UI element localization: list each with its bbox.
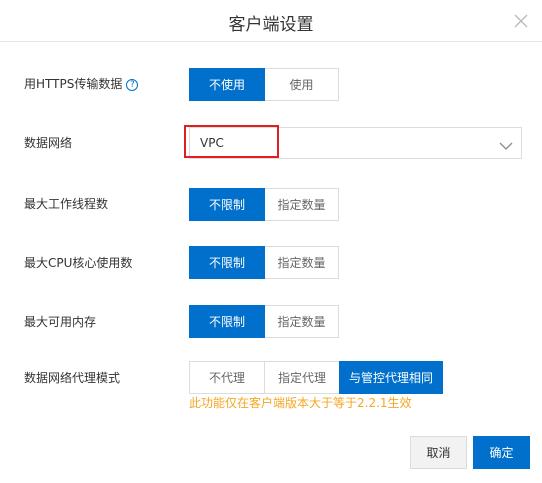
https-option-off[interactable]: 不使用 xyxy=(189,68,265,101)
dialog-header: 客户端设置 xyxy=(0,0,542,42)
client-settings-dialog: 客户端设置 用HTTPS传输数据? 不使用 使用 数据网络 VPC 最大工作线程… xyxy=(0,0,542,483)
https-label: 用HTTPS传输数据 xyxy=(24,77,123,91)
chevron-down-icon xyxy=(499,137,513,156)
https-label-row: 用HTTPS传输数据? xyxy=(24,76,139,92)
max-threads-label: 最大工作线程数 xyxy=(24,197,109,211)
proxy-version-note: 此功能仅在客户端版本大于等于2.2.1生效 xyxy=(189,396,412,410)
max-cpu-option-unlimited[interactable]: 不限制 xyxy=(189,246,265,279)
close-icon[interactable] xyxy=(512,12,530,30)
max-memory-toggle: 不限制 指定数量 xyxy=(189,305,339,338)
max-cpu-label: 最大CPU核心使用数 xyxy=(24,256,133,270)
proxy-mode-toggle: 不代理 指定代理 与管控代理相同 xyxy=(189,361,443,394)
max-threads-option-unlimited[interactable]: 不限制 xyxy=(189,188,265,221)
proxy-option-none[interactable]: 不代理 xyxy=(189,361,265,394)
proxy-option-same-as-control[interactable]: 与管控代理相同 xyxy=(339,361,443,394)
network-select-value: VPC xyxy=(200,136,224,150)
help-icon[interactable]: ? xyxy=(126,79,139,91)
max-cpu-option-specify[interactable]: 指定数量 xyxy=(264,246,339,279)
proxy-mode-label: 数据网络代理模式 xyxy=(24,371,121,385)
network-select[interactable]: VPC xyxy=(189,127,522,159)
max-memory-option-unlimited[interactable]: 不限制 xyxy=(189,305,265,338)
https-toggle: 不使用 使用 xyxy=(189,68,339,101)
max-threads-toggle: 不限制 指定数量 xyxy=(189,188,339,221)
https-option-on[interactable]: 使用 xyxy=(264,68,339,101)
max-memory-label: 最大可用内存 xyxy=(24,315,97,329)
dialog-title: 客户端设置 xyxy=(228,15,314,35)
cancel-button[interactable]: 取消 xyxy=(410,436,467,469)
proxy-option-specified[interactable]: 指定代理 xyxy=(264,361,340,394)
network-label: 数据网络 xyxy=(24,136,73,150)
max-threads-option-specify[interactable]: 指定数量 xyxy=(264,188,339,221)
confirm-button[interactable]: 确定 xyxy=(473,436,530,469)
max-memory-option-specify[interactable]: 指定数量 xyxy=(264,305,339,338)
max-cpu-toggle: 不限制 指定数量 xyxy=(189,246,339,279)
